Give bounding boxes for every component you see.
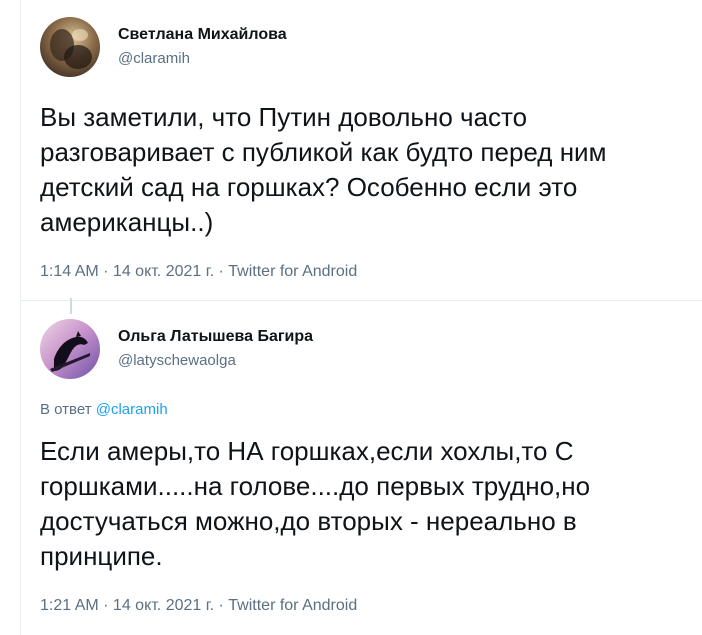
display-name[interactable]: Светлана Михайлова <box>118 25 287 45</box>
tweet-header: Светлана Михайлова @claramih <box>40 16 692 78</box>
user-handle[interactable]: @claramih <box>118 49 287 69</box>
thread-connector-line <box>70 298 72 314</box>
user-names: Светлана Михайлова @claramih <box>118 25 287 69</box>
reply-to-link[interactable]: @claramih <box>96 401 168 418</box>
user-handle[interactable]: @latyschewaolga <box>118 351 313 371</box>
tweet-original[interactable]: Светлана Михайлова @claramih Вы заметили… <box>40 16 692 282</box>
avatar[interactable] <box>40 319 100 379</box>
user-names: Ольга Латышева Багира @latyschewaolga <box>118 327 313 371</box>
tweet-timestamp[interactable]: 1:21 AM · 14 окт. 2021 г. · Twitter for … <box>40 596 692 616</box>
tweet-text: Вы заметили, что Путин довольно часто ра… <box>40 102 607 237</box>
tweet-text: Если амеры,то НА горшках,если хохлы,то С… <box>40 436 591 571</box>
avatar[interactable] <box>40 17 100 77</box>
display-name[interactable]: Ольга Латышева Багира <box>118 327 313 347</box>
reply-prefix: В ответ <box>40 401 92 418</box>
tweet-divider <box>20 300 702 301</box>
avatar-photo-icon <box>40 17 100 77</box>
avatar-panther-icon <box>40 319 100 379</box>
tweet-header: Ольга Латышева Багира @latyschewaolga <box>40 318 692 380</box>
tweet-timestamp[interactable]: 1:14 AM · 14 окт. 2021 г. · Twitter for … <box>40 262 692 282</box>
reply-context: В ответ @claramih <box>40 400 692 420</box>
tweet-reply[interactable]: Ольга Латышева Багира @latyschewaolga В … <box>40 318 692 616</box>
